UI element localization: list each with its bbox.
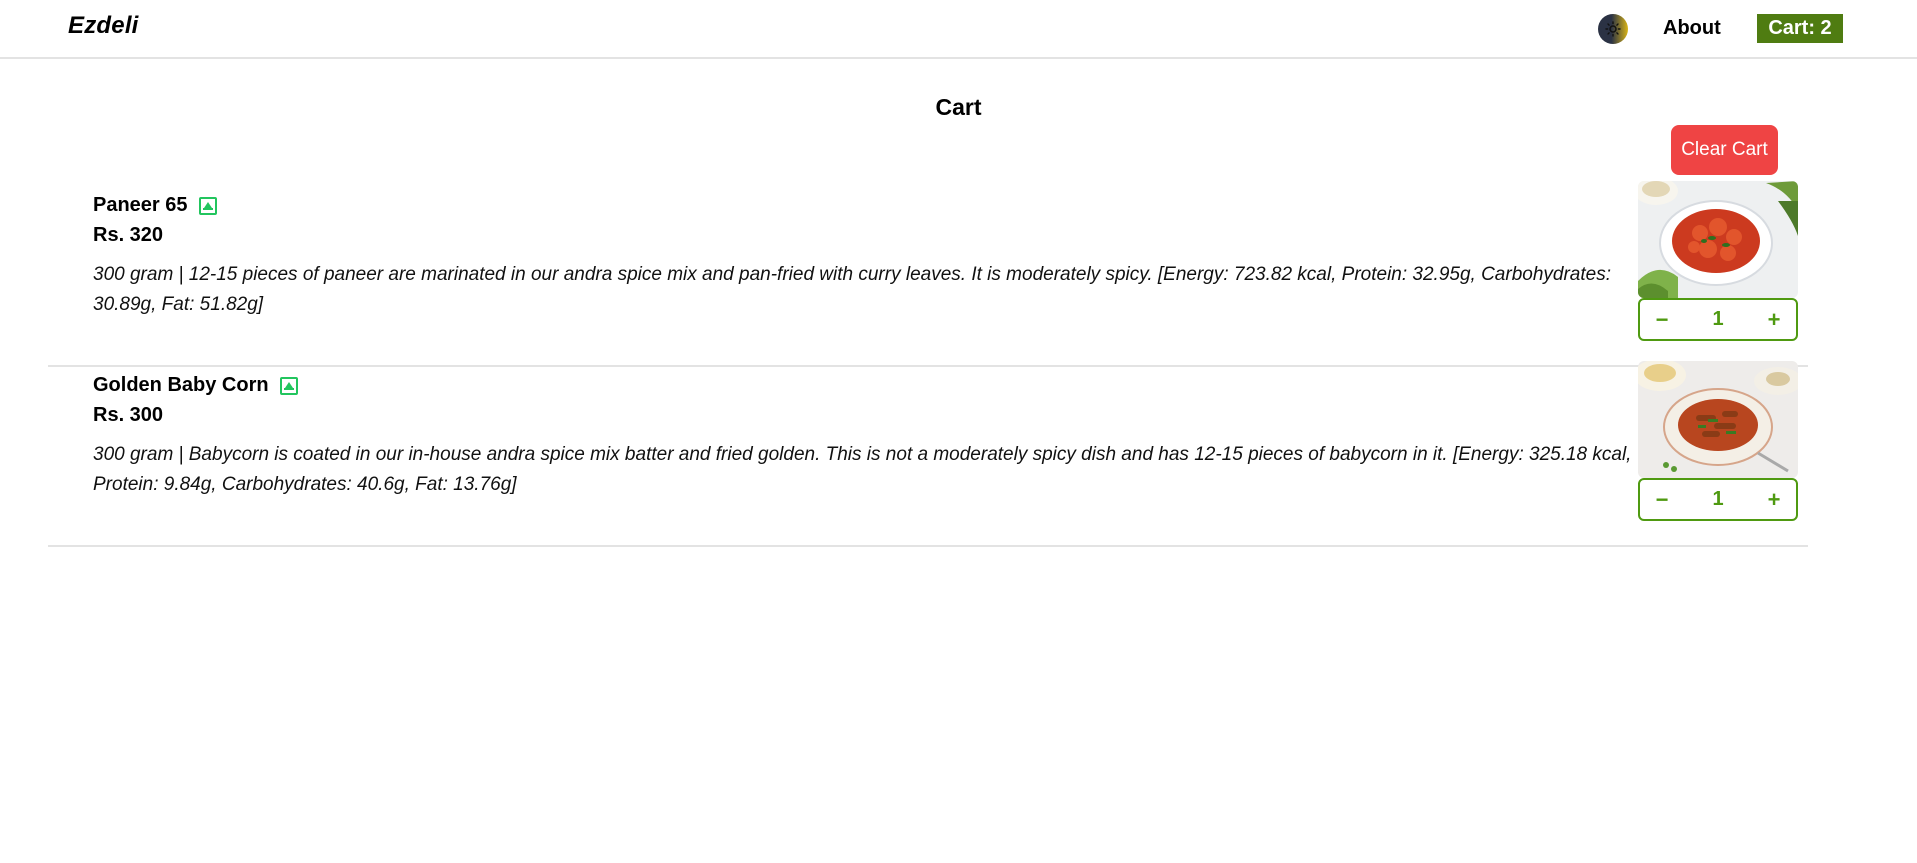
- item-name-row: Paneer 65: [93, 194, 217, 217]
- cart-item: Golden Baby Corn Rs. 300 300 gram | Baby…: [48, 361, 1808, 547]
- item-name: Paneer 65: [93, 194, 188, 216]
- increase-quantity-button[interactable]: +: [1764, 308, 1784, 330]
- item-name-row: Golden Baby Corn: [93, 374, 298, 397]
- item-description: 300 gram | 12-15 pieces of paneer are ma…: [93, 264, 1611, 315]
- page-title: Cart: [935, 94, 982, 120]
- increase-quantity-button[interactable]: +: [1764, 488, 1784, 510]
- item-description: 300 gram | Babycorn is coated in our in-…: [93, 444, 1632, 495]
- item-image-paneer-65: [1638, 181, 1798, 298]
- sun-icon: [1605, 21, 1621, 37]
- item-price: Rs. 300: [93, 404, 164, 426]
- quantity-value: 1: [1712, 308, 1724, 330]
- brand-logo[interactable]: Ezdeli: [68, 12, 139, 40]
- quantity-stepper: − 1 +: [1638, 298, 1798, 341]
- item-name: Golden Baby Corn: [93, 374, 269, 396]
- clear-cart-button[interactable]: Clear Cart: [1671, 125, 1778, 175]
- veg-indicator-icon: [279, 376, 298, 395]
- cart-item: Paneer 65 Rs. 320 300 gram | 12-15 piece…: [48, 181, 1808, 367]
- item-price: Rs. 320: [93, 224, 164, 246]
- item-image-golden-baby-corn: [1638, 361, 1798, 478]
- quantity-value: 1: [1712, 488, 1724, 510]
- quantity-stepper: − 1 +: [1638, 478, 1798, 521]
- top-navbar: Ezdeli About Cart: 2: [0, 0, 1917, 59]
- veg-indicator-icon: [198, 196, 217, 215]
- theme-toggle-button[interactable]: [1598, 14, 1628, 44]
- about-link[interactable]: About: [1663, 17, 1721, 40]
- decrease-quantity-button[interactable]: −: [1652, 488, 1672, 510]
- cart-count-button[interactable]: Cart: 2: [1757, 14, 1843, 43]
- decrease-quantity-button[interactable]: −: [1652, 308, 1672, 330]
